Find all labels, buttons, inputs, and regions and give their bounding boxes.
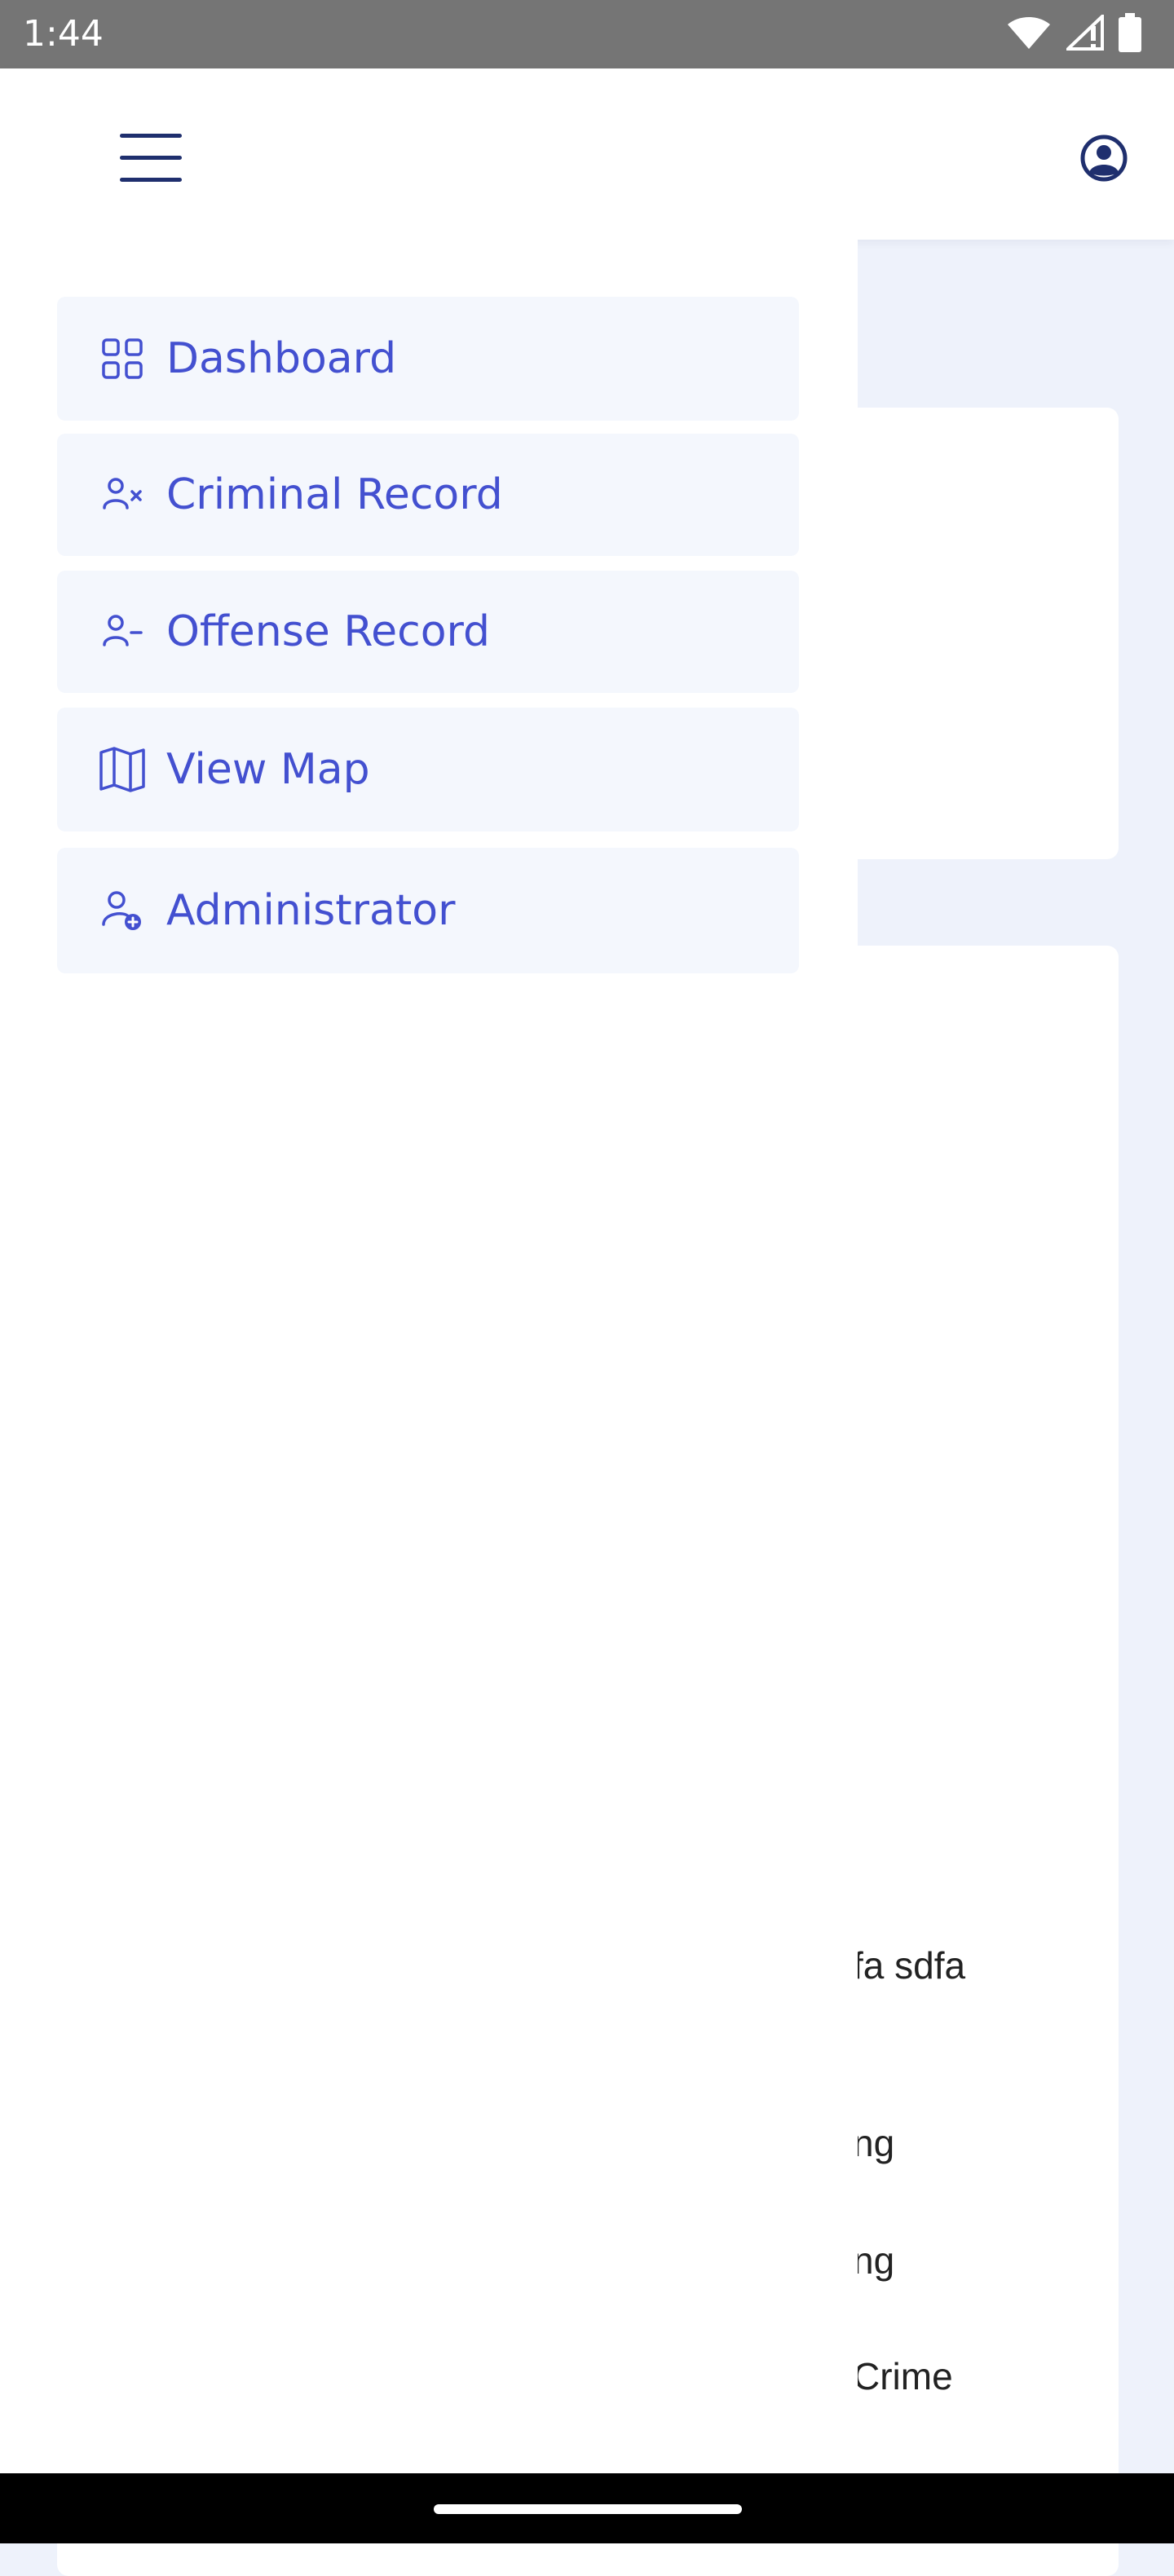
user-account-icon (1080, 135, 1128, 185)
nav-item-label: Offense Record (166, 607, 490, 656)
system-navigation-bar (0, 2473, 1174, 2543)
content-text: ng (853, 2239, 895, 2282)
user-minus-icon (98, 607, 147, 656)
nav-item-administrator[interactable]: Administrator (57, 848, 799, 973)
user-x-icon (98, 470, 147, 519)
status-icons (1006, 12, 1141, 55)
nav-item-label: View Map (166, 745, 370, 794)
nav-item-label: Dashboard (166, 334, 397, 383)
map-icon (98, 745, 147, 794)
nav-item-label: Criminal Record (166, 470, 503, 519)
grid-icon (98, 334, 147, 383)
signal-icon (1064, 12, 1104, 54)
navigation-drawer: Dashboard Criminal Record Offense Record… (0, 240, 858, 2473)
home-indicator[interactable] (434, 2504, 742, 2514)
hamburger-menu-icon (118, 130, 183, 187)
battery-icon (1119, 13, 1141, 55)
nav-item-criminal-record[interactable]: Criminal Record (57, 434, 799, 556)
content-text: fa sdfa (853, 1944, 966, 1987)
menu-button[interactable] (106, 122, 196, 196)
nav-item-dashboard[interactable]: Dashboard (57, 297, 799, 421)
nav-item-offense-record[interactable]: Offense Record (57, 571, 799, 693)
profile-button[interactable] (1071, 127, 1136, 192)
status-time: 1:44 (23, 13, 104, 55)
wifi-icon (1006, 15, 1052, 54)
app-header (0, 68, 1174, 240)
content-text: ng (853, 2122, 895, 2164)
status-bar: 1:44 (0, 0, 1174, 68)
user-plus-icon (98, 886, 147, 935)
nav-item-view-map[interactable]: View Map (57, 708, 799, 831)
nav-item-label: Administrator (166, 886, 456, 935)
content-text: Crime (853, 2355, 953, 2397)
